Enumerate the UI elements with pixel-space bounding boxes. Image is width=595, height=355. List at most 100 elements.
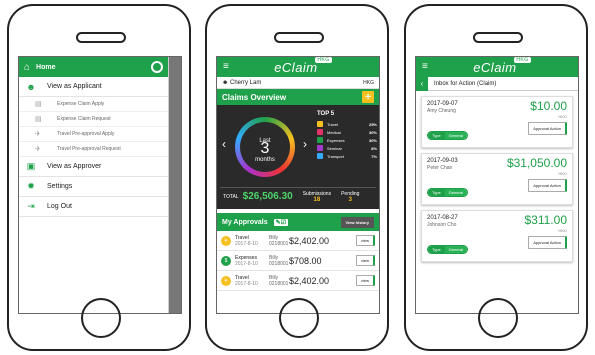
type-badge: Type General: [427, 188, 468, 197]
user-icon: ☻: [26, 81, 36, 92]
menu-label: Settings: [47, 183, 73, 190]
chevron-right-icon[interactable]: ›: [303, 137, 307, 151]
submenu-travel-request[interactable]: ✈ Travel Pre-approval Request: [19, 142, 168, 157]
app-logo: eClaim HKG: [274, 56, 332, 75]
submenu-label: Travel Pre-approval Apply: [57, 131, 115, 137]
type-badge: Type General: [427, 245, 468, 254]
submenu-label: Travel Pre-approval Request: [57, 146, 121, 152]
top-bar: ≡ eClaim HKG: [416, 57, 578, 77]
claim-amount: $311.00: [524, 213, 568, 227]
claim-currency: HKD: [558, 228, 567, 233]
screen: ≡ eClaim HKG ☻ Cherry Lam HKG Claims Over…: [216, 56, 380, 314]
approval-row: ✈ Travel 2017-8-10 Billy 0218001 $2,402.00…: [217, 231, 379, 251]
speaker: [473, 32, 523, 43]
top5-row: Seminar 8%: [317, 144, 377, 152]
user-name: ☻ Cherry Lam: [222, 79, 262, 86]
approval-action-button[interactable]: Approval Action: [528, 179, 567, 192]
edit-check-icon[interactable]: ✎☑: [273, 218, 289, 226]
submissions-stat: Submissions 18: [302, 190, 332, 203]
plane-icon: ✈: [221, 275, 231, 286]
top5-row: Transport 7%: [317, 152, 377, 160]
hamburger-icon[interactable]: ≡: [422, 62, 428, 72]
total-label: TOTAL: [223, 193, 239, 200]
menu-logout[interactable]: ⇥ Log Out: [19, 197, 168, 217]
home-label: Home: [36, 63, 56, 71]
menu-label: View as Applicant: [47, 83, 102, 90]
pending-stat: Pending 3: [341, 190, 360, 203]
dollar-icon: [317, 137, 323, 143]
submenu-label: Expense Claim Request: [57, 116, 111, 122]
medical-icon: [317, 129, 323, 135]
side-drawer: ⌂ Home ☻ View as Applicant ▤ Expense Cla…: [19, 57, 169, 313]
type-badge: Type General: [427, 131, 468, 140]
view-button[interactable]: view: [355, 275, 375, 286]
add-claim-button[interactable]: +: [362, 91, 374, 103]
approval-action-button[interactable]: Approval Action: [528, 236, 567, 249]
claim-currency: HKD: [558, 114, 567, 119]
screen: ≡ eClaim HKG ‹ Inbox for Action (Claim) 2…: [415, 56, 579, 314]
submenu-travel-apply[interactable]: ✈ Travel Pre-approval Apply: [19, 127, 168, 142]
top5-title: TOP 5: [317, 111, 335, 117]
plane-icon: ✈: [35, 146, 41, 153]
totals-bar: TOTAL $26,506.30 Submissions 18 Pending 3: [220, 187, 376, 205]
clipboard-icon: ▣: [26, 161, 36, 171]
drawer-header[interactable]: ⌂ Home: [19, 57, 168, 77]
menu-settings[interactable]: ✹ Settings: [19, 177, 168, 197]
top5-row: Travel 25%: [317, 120, 377, 128]
period-label: Last 3 months: [255, 138, 275, 163]
back-arrow-icon[interactable]: ‹: [416, 76, 428, 91]
approval-action-button[interactable]: Approval Action: [528, 122, 567, 135]
menu-label: View as Approver: [47, 163, 102, 170]
submenu-expense-request[interactable]: ▤ Expense Claim Request: [19, 112, 168, 127]
phone-inbox: ≡ eClaim HKG ‹ Inbox for Action (Claim) 2…: [404, 4, 588, 351]
overview-title: Claims Overview: [222, 92, 287, 102]
claim-card[interactable]: 2017-09-07 Amy Cheung $10.00 HKD Type Gen…: [421, 96, 573, 148]
logout-icon: ⇥: [27, 201, 35, 211]
approvals-title: My Approvals: [222, 218, 268, 226]
menu-view-applicant[interactable]: ☻ View as Applicant: [19, 77, 168, 97]
plane-icon: [317, 121, 323, 127]
inbox-header: ‹ Inbox for Action (Claim): [416, 76, 578, 91]
hamburger-icon[interactable]: ≡: [223, 62, 229, 72]
top5-row: Expenses 30%: [317, 136, 377, 144]
region-label: HKG: [363, 79, 374, 86]
view-button[interactable]: view: [355, 235, 375, 246]
inbox-title: Inbox for Action (Claim): [434, 80, 497, 87]
submenu-label: Expense Claim Apply: [57, 101, 105, 107]
home-button: [81, 298, 121, 338]
top5-list: TOP 5 Travel 25% Medical 30% Expenses 30% S…: [317, 111, 377, 160]
claim-amount: $31,050.00: [506, 156, 567, 170]
menu-label: Log Out: [47, 203, 72, 210]
approval-row: ✈ Travel 2017-8-10 Billy 0218001 $2,402.00…: [217, 271, 379, 291]
screen: ⌂ Home ☻ View as Applicant ▤ Expense Cla…: [18, 56, 182, 314]
dollar-icon: $: [221, 255, 231, 266]
view-button[interactable]: view: [355, 255, 375, 266]
claim-card[interactable]: 2017-08-27 Johnson Cho $311.00 HKD Type G…: [421, 210, 573, 262]
period-ring: Last 3 months: [235, 117, 295, 177]
claim-currency: HKD: [558, 171, 567, 176]
home-button: [279, 298, 319, 338]
app-logo-icon: [151, 61, 163, 73]
menu-view-approver[interactable]: ▣ View as Approver: [19, 157, 168, 177]
approvals-header: My Approvals ✎☑ View history: [217, 213, 379, 231]
gear-icon: ✹: [27, 181, 35, 191]
home-button: [478, 298, 518, 338]
approval-row: $ Expenses 2017-8-10 Billy 0218001 $708.00…: [217, 251, 379, 271]
background-content: [169, 57, 181, 313]
claim-card[interactable]: 2017-09-03 Peter Chan $31,050.00 HKD Typ…: [421, 153, 573, 205]
speaker: [76, 32, 126, 43]
overview-header: Claims Overview +: [217, 89, 379, 105]
speaker: [274, 32, 324, 43]
chevron-left-icon[interactable]: ‹: [222, 137, 226, 151]
submenu-expense-apply[interactable]: ▤ Expense Claim Apply: [19, 97, 168, 112]
receipt-icon: ▤: [35, 101, 42, 108]
view-history-button[interactable]: View history: [340, 216, 374, 228]
user-row: ☻ Cherry Lam HKG: [217, 77, 379, 89]
seminar-icon: [317, 145, 323, 151]
receipt-icon: ▤: [35, 116, 42, 123]
plane-icon: ✈: [35, 131, 41, 138]
plane-icon: ✈: [221, 235, 231, 246]
phone-dashboard: ≡ eClaim HKG ☻ Cherry Lam HKG Claims Over…: [205, 4, 389, 351]
top5-row: Medical 30%: [317, 128, 377, 136]
app-logo: eClaim HKG: [473, 56, 531, 75]
